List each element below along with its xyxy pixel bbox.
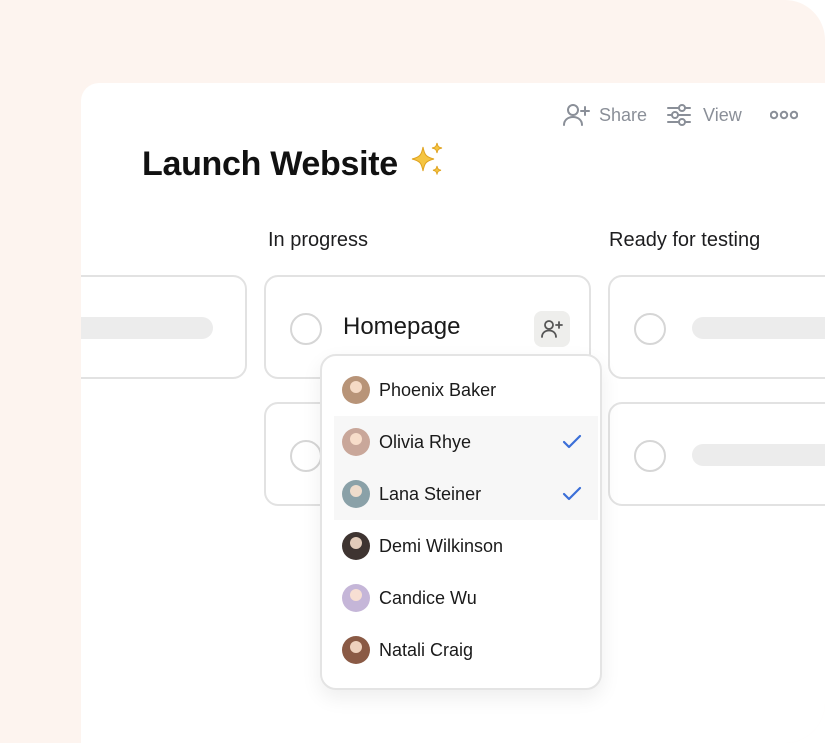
page-title: Launch Website bbox=[142, 141, 446, 188]
app-frame: Share View Launch Website In progress Re… bbox=[0, 0, 825, 743]
placeholder-bar bbox=[692, 444, 825, 466]
task-card-placeholder[interactable] bbox=[81, 275, 247, 379]
placeholder-bar bbox=[692, 317, 825, 339]
sparkles-icon bbox=[408, 141, 446, 188]
task-complete-checkbox[interactable] bbox=[290, 440, 322, 472]
avatar bbox=[342, 636, 370, 664]
assignee-name: Demi Wilkinson bbox=[379, 535, 504, 556]
assignee-name: Candice Wu bbox=[379, 587, 477, 608]
board-window: Share View Launch Website In progress Re… bbox=[81, 83, 825, 743]
task-complete-checkbox[interactable] bbox=[290, 313, 322, 345]
assignee-dropdown: Phoenix Baker Olivia Rhye Lana Steiner D… bbox=[320, 354, 602, 690]
assign-user-button[interactable] bbox=[534, 311, 570, 347]
more-button[interactable] bbox=[769, 109, 798, 121]
task-complete-checkbox[interactable] bbox=[634, 440, 666, 472]
avatar bbox=[342, 532, 370, 560]
page-title-text: Launch Website bbox=[142, 145, 398, 183]
column-title-ready-for-testing: Ready for testing bbox=[609, 229, 761, 251]
assignee-name: Olivia Rhye bbox=[379, 431, 472, 452]
user-plus-icon bbox=[541, 320, 563, 338]
share-label: Share bbox=[599, 104, 648, 125]
avatar bbox=[342, 376, 370, 404]
sliders-icon bbox=[667, 104, 692, 126]
task-card-placeholder[interactable] bbox=[608, 402, 825, 506]
task-title: Homepage bbox=[343, 313, 461, 340]
assignee-option[interactable]: Lana Steiner bbox=[334, 468, 598, 520]
assignee-option[interactable]: Demi Wilkinson bbox=[334, 520, 598, 572]
toolbar: Share View bbox=[563, 103, 798, 127]
avatar bbox=[342, 480, 370, 508]
share-button[interactable]: Share bbox=[563, 103, 647, 127]
assignee-name: Natali Craig bbox=[379, 639, 474, 660]
task-card-placeholder[interactable] bbox=[608, 275, 825, 379]
check-icon bbox=[562, 486, 582, 501]
assignee-option[interactable]: Candice Wu bbox=[334, 572, 598, 624]
check-icon bbox=[562, 434, 582, 449]
placeholder-bar bbox=[81, 317, 213, 339]
user-plus-icon bbox=[563, 104, 590, 126]
column-title-in-progress: In progress bbox=[268, 229, 369, 251]
avatar bbox=[342, 584, 370, 612]
more-horizontal-icon bbox=[769, 110, 798, 120]
view-label: View bbox=[703, 104, 742, 125]
assignee-option[interactable]: Phoenix Baker bbox=[334, 364, 598, 416]
assignee-option[interactable]: Olivia Rhye bbox=[334, 416, 598, 468]
assignee-option[interactable]: Natali Craig bbox=[334, 624, 598, 676]
assignee-name: Phoenix Baker bbox=[379, 379, 497, 400]
assignee-name: Lana Steiner bbox=[379, 483, 482, 504]
avatar bbox=[342, 428, 370, 456]
task-complete-checkbox[interactable] bbox=[634, 313, 666, 345]
view-button[interactable]: View bbox=[667, 104, 742, 126]
